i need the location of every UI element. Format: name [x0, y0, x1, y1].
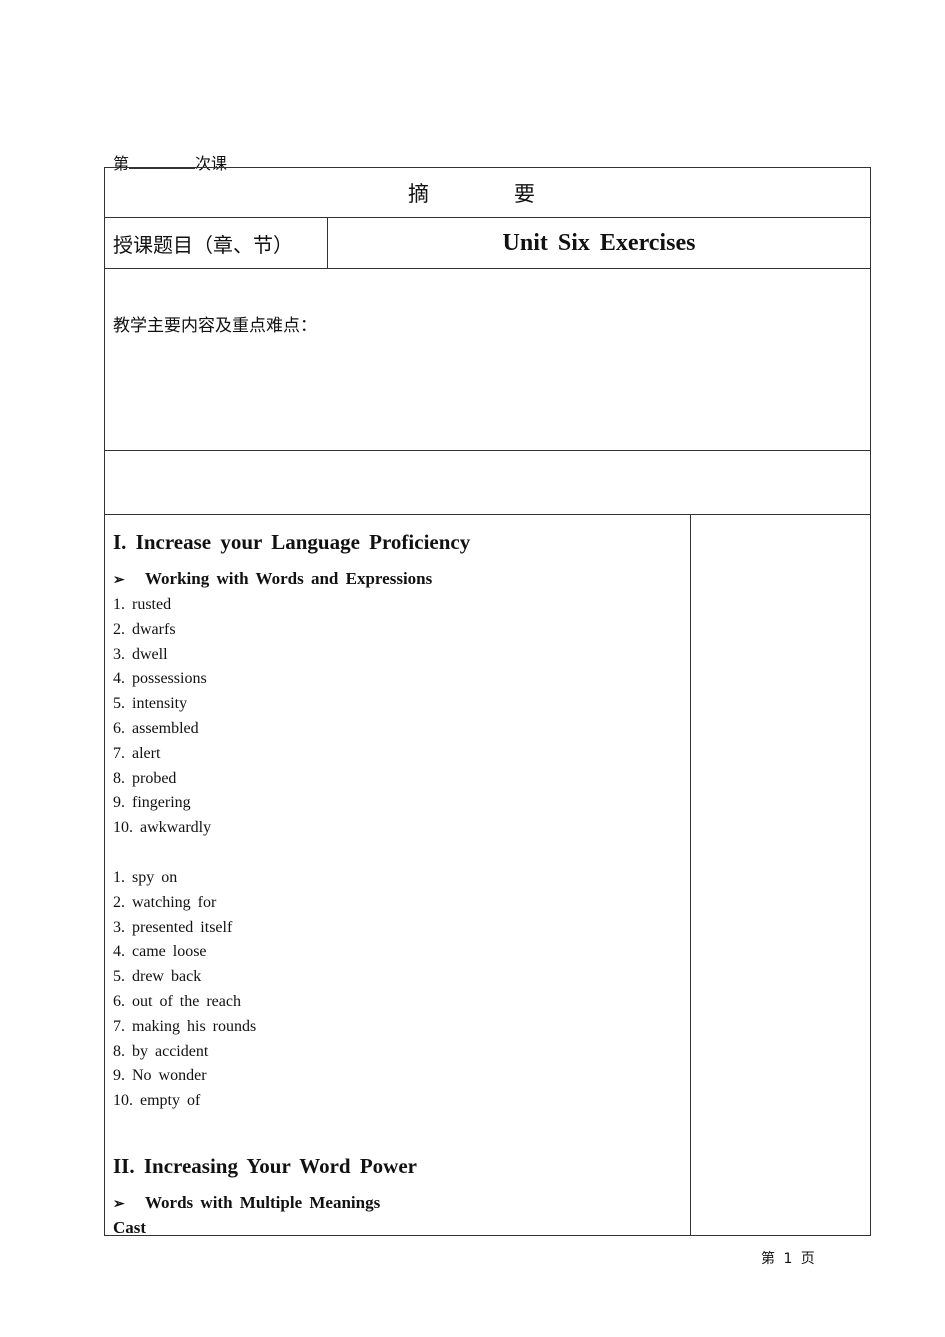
section-1-subheading: ➢ Working with Words and Expressions: [113, 567, 690, 593]
document-page: 第次课 摘 要 授课题目（章、节） Unit Six Exercises 教学主…: [0, 0, 945, 1337]
list-item: 8. by accident: [113, 1042, 209, 1060]
topic-label: 授课题目（章、节）: [105, 218, 328, 268]
list-item: 3. presented itself: [113, 918, 233, 936]
main-content-cell: I. Increase your Language Proficiency ➢ W…: [105, 515, 691, 1237]
expressions-list: 1. spy on 2. watching for 3. presented its…: [113, 866, 690, 1114]
list-item: 2. watching for: [113, 893, 217, 911]
list-item: 2. dwarfs: [113, 620, 176, 638]
main-content-row: I. Increase your Language Proficiency ➢ W…: [105, 515, 870, 1237]
list-item: 6. out of the reach: [113, 992, 241, 1010]
section-1-heading: I. Increase your Language Proficiency: [113, 530, 471, 554]
lesson-table: 摘 要 授课题目（章、节） Unit Six Exercises 教学主要内容及…: [104, 167, 871, 1237]
topic-value: Unit Six Exercises: [502, 229, 696, 256]
content-label: 教学主要内容及重点难点：: [113, 316, 317, 336]
arrow-bullet-icon: ➢: [113, 573, 125, 588]
list-item: 3. dwell: [113, 645, 168, 663]
blank-row: [105, 451, 870, 515]
topic-row: 授课题目（章、节） Unit Six Exercises: [105, 218, 870, 269]
list-item: 4. came loose: [113, 943, 207, 961]
section-2-subheading: ➢ Words with Multiple Meanings: [113, 1191, 690, 1217]
list-item: 10. awkwardly: [113, 819, 212, 837]
table-title-row: 摘 要: [105, 168, 870, 218]
list-item: 5. drew back: [113, 968, 202, 986]
arrow-bullet-icon: ➢: [113, 1196, 125, 1212]
page-number: 第 1 页: [761, 1251, 815, 1267]
list-item: 4. possessions: [113, 670, 207, 688]
list-item: 1. rusted: [113, 596, 172, 613]
list-item: 9. fingering: [113, 794, 191, 812]
content-row: 教学主要内容及重点难点：: [105, 269, 870, 451]
list-item: 7. alert: [113, 744, 161, 762]
table-title: 摘 要: [408, 181, 567, 206]
words-list: 1. rusted 2. dwarfs 3. dwell 4. possessions…: [113, 593, 690, 841]
list-item: 6. assembled: [113, 719, 199, 737]
list-item: 7. making his rounds: [113, 1017, 257, 1035]
list-item: 5. intensity: [113, 695, 188, 713]
list-item: 10. empty of: [113, 1092, 201, 1110]
section-2-heading: II. Increasing Your Word Power: [113, 1153, 417, 1178]
list-item: 1. spy on: [113, 868, 178, 886]
list-item: 8. probed: [113, 769, 177, 787]
first-word: Cast: [113, 1217, 147, 1237]
list-item: 9. No wonder: [113, 1067, 207, 1085]
